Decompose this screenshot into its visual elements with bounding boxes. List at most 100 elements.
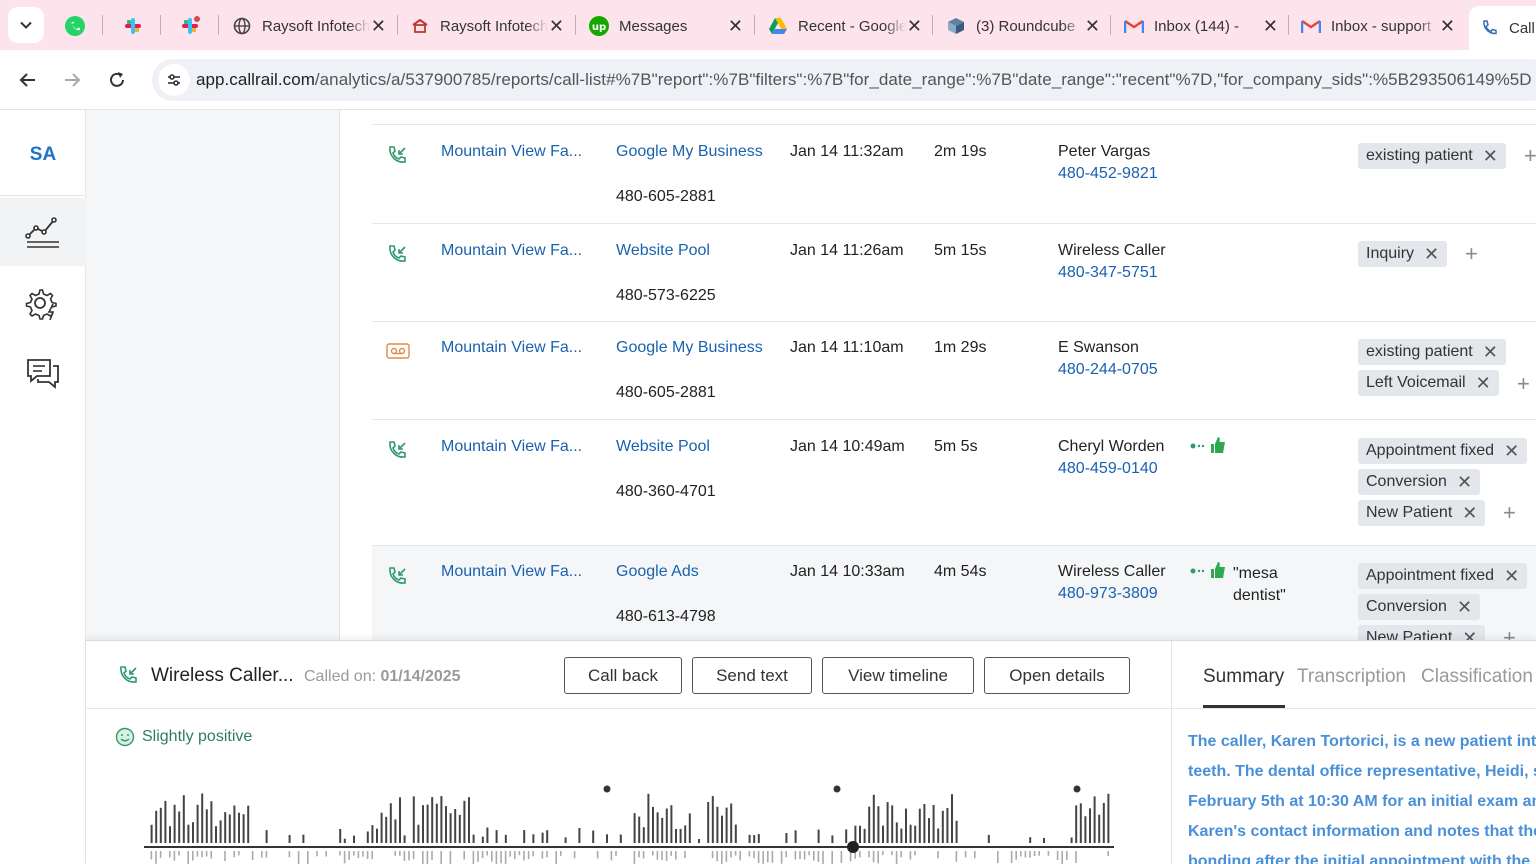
account-initials[interactable]: SA: [0, 144, 86, 166]
caller-phone-link[interactable]: 480-459-0140: [1058, 460, 1158, 478]
tab-summary[interactable]: Summary: [1203, 666, 1284, 688]
browser-tab-gmail-inbox[interactable]: Inbox (144) - ✕: [1114, 6, 1288, 46]
waveform-bar: [675, 851, 677, 860]
waveform-bar: [647, 793, 650, 843]
waveform-bar: [389, 803, 392, 843]
nav-conversations[interactable]: [0, 339, 86, 407]
tab-title: Raysoft Infotech: [440, 17, 548, 35]
table-row[interactable]: Mountain View Fa... Website Pool 480-360…: [372, 420, 1536, 546]
add-tag-button[interactable]: +: [1503, 627, 1516, 641]
waveform-bar: [725, 851, 728, 862]
caller-phone-link[interactable]: 480-452-9821: [1058, 165, 1158, 183]
remove-tag-icon[interactable]: ✕: [1483, 342, 1498, 363]
browser-tab-roundcube[interactable]: (3) Roundcube ✕: [936, 6, 1110, 46]
remove-tag-icon[interactable]: ✕: [1457, 597, 1472, 618]
add-tag-button[interactable]: +: [1524, 145, 1536, 167]
caller-phone-link[interactable]: 480-973-3809: [1058, 585, 1158, 603]
add-tag-button[interactable]: +: [1465, 243, 1478, 265]
waveform-bar: [440, 851, 442, 864]
company-link[interactable]: Mountain View Fa...: [441, 242, 582, 260]
close-tab-icon[interactable]: ✕: [1085, 16, 1100, 36]
view-timeline-button[interactable]: View timeline: [822, 657, 974, 694]
source-link[interactable]: Website Pool: [616, 242, 710, 260]
call-back-button[interactable]: Call back: [564, 657, 682, 694]
call-datetime: Jan 14 11:10am: [790, 339, 904, 356]
waveform-bar: [504, 834, 507, 843]
waveform-bar: [619, 834, 622, 843]
google-drive-icon: [769, 18, 787, 34]
company-link[interactable]: Mountain View Fa...: [441, 339, 582, 357]
arrow-right-icon: [65, 73, 81, 87]
waveform-bar: [564, 837, 567, 843]
close-tab-icon[interactable]: ✕: [1440, 16, 1455, 36]
remove-tag-icon[interactable]: ✕: [1504, 566, 1519, 587]
company-link[interactable]: Mountain View Fa...: [441, 438, 582, 456]
table-row[interactable]: Mountain View Fa... Google My Business 4…: [372, 322, 1536, 420]
remove-tag-icon[interactable]: ✕: [1504, 441, 1519, 462]
remove-tag-icon[interactable]: ✕: [1462, 503, 1477, 524]
waveform-bar: [1024, 851, 1027, 858]
waveform-bar: [1084, 816, 1087, 843]
remove-tag-icon[interactable]: ✕: [1457, 472, 1472, 493]
pinned-tab-whatsapp[interactable]: [60, 11, 90, 41]
gear-bolt-icon: [25, 289, 57, 321]
site-info-button[interactable]: [158, 64, 190, 96]
remove-tag-icon[interactable]: ✕: [1462, 628, 1477, 641]
close-tab-icon[interactable]: ✕: [907, 16, 922, 36]
caller-name: Peter Vargas: [1058, 143, 1151, 160]
add-tag-button[interactable]: +: [1517, 373, 1530, 395]
pinned-tab-slack[interactable]: [118, 11, 148, 41]
company-link[interactable]: Mountain View Fa...: [441, 563, 582, 581]
caller-phone-link[interactable]: 480-244-0705: [1058, 361, 1158, 379]
address-bar[interactable]: app.callrail.com/analytics/a/537900785/r…: [152, 59, 1536, 101]
waveform-bar: [711, 796, 714, 843]
waveform-bar: [215, 826, 217, 843]
table-row-selected[interactable]: Mountain View Fa... Google Ads 480-613-4…: [372, 546, 1536, 640]
waveform-bar: [546, 830, 549, 843]
company-link[interactable]: Mountain View Fa...: [441, 143, 582, 161]
close-tab-icon[interactable]: ✕: [371, 16, 386, 36]
remove-tag-icon[interactable]: ✕: [1483, 146, 1498, 167]
browser-tab-raysoft-1[interactable]: Raysoft Infotech ✕: [222, 6, 396, 46]
close-tab-icon[interactable]: ✕: [549, 16, 564, 36]
table-row[interactable]: Mountain View Fa... Google My Business 4…: [372, 125, 1536, 224]
browser-tab-raysoft-2[interactable]: Raysoft Infotech ✕: [400, 6, 574, 46]
source-link[interactable]: Website Pool: [616, 438, 710, 456]
tab-search-button[interactable]: [8, 7, 44, 43]
tag-chip: Conversion ✕: [1358, 469, 1481, 495]
remove-tag-icon[interactable]: ✕: [1424, 244, 1439, 265]
call-audio-waveform[interactable]: [144, 781, 1114, 864]
waveform-bar: [730, 851, 732, 858]
open-details-button[interactable]: Open details: [984, 657, 1130, 694]
close-tab-icon[interactable]: ✕: [1263, 16, 1278, 36]
waveform-bar: [1029, 851, 1031, 858]
source-link[interactable]: Google My Business: [616, 339, 763, 357]
source-link[interactable]: Google Ads: [616, 563, 699, 581]
close-tab-icon[interactable]: ✕: [728, 16, 743, 36]
browser-tab-gmail-support[interactable]: Inbox - support ✕: [1291, 6, 1465, 46]
reload-button[interactable]: [99, 62, 135, 98]
waveform-bar: [868, 851, 870, 858]
browser-tab-messages[interactable]: up Messages ✕: [579, 6, 753, 46]
nav-analytics[interactable]: [0, 198, 86, 266]
browser-tab-callrail-active[interactable]: Call: [1469, 6, 1536, 50]
waveform-bar: [652, 851, 654, 856]
waveform-bar: [449, 813, 452, 843]
add-tag-button[interactable]: +: [1503, 502, 1516, 524]
waveform-bar: [753, 851, 755, 859]
tab-transcription[interactable]: Transcription: [1297, 666, 1406, 688]
source-link[interactable]: Google My Business: [616, 143, 763, 161]
tab-classification[interactable]: Classification: [1421, 666, 1533, 688]
send-text-button[interactable]: Send text: [692, 657, 812, 694]
caller-phone-link[interactable]: 480-347-5751: [1058, 264, 1158, 282]
table-row[interactable]: Mountain View Fa... Website Pool 480-573…: [372, 224, 1536, 322]
waveform-marker: [1073, 785, 1081, 793]
waveform-bar: [859, 825, 861, 843]
remove-tag-icon[interactable]: ✕: [1476, 373, 1491, 394]
pinned-tab-slack-2[interactable]: [175, 11, 205, 41]
waveform-bar: [711, 851, 714, 859]
back-button[interactable]: [10, 62, 46, 98]
browser-tab-google-drive[interactable]: Recent - Google Drive ✕: [758, 6, 932, 46]
nav-settings[interactable]: [0, 270, 86, 338]
forward-button[interactable]: [54, 62, 90, 98]
